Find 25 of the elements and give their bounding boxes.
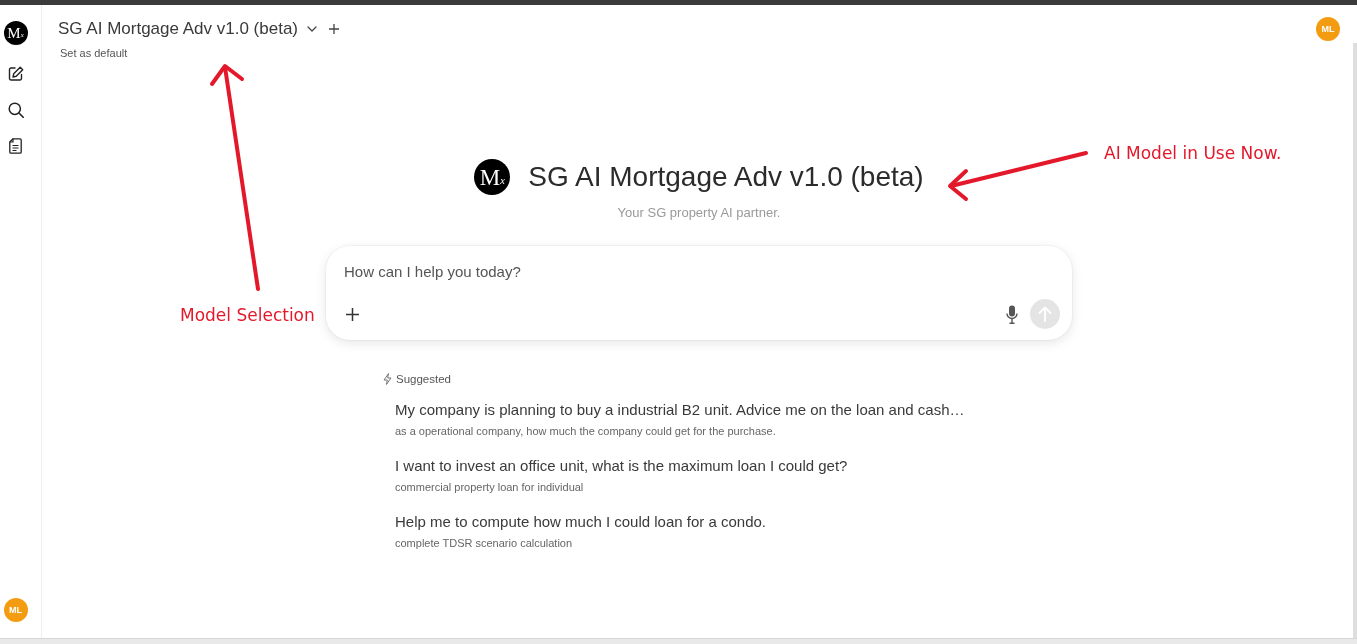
model-selector[interactable]: SG AI Mortgage Adv v1.0 (beta) [58, 18, 318, 40]
model-tagline: Your SG property AI partner. [617, 204, 781, 222]
plus-icon [345, 307, 359, 321]
model-title: SG AI Mortgage Adv v1.0 (beta) [528, 160, 924, 194]
suggested-heading: Suggested [396, 372, 451, 387]
annotation-label: Model Selection [180, 304, 315, 326]
prompt-description: commercial property loan for individual [395, 480, 584, 494]
prompt-description: complete TDSR scenario calculation [395, 536, 573, 550]
suggested-prompt[interactable]: My company is planning to buy a industrial B2 unit. Advice me on the loan and cash… [395, 400, 965, 420]
microphone-icon [1006, 304, 1018, 324]
chevron-down-icon [307, 26, 318, 32]
lightning-icon [383, 373, 392, 385]
suggested-prompt[interactable]: I want to invest an office unit, what is the maximum loan I could get? [395, 456, 848, 476]
suggested-prompt[interactable]: Help me to compute how much I could loan for a condo. [395, 512, 767, 532]
pencil-square-icon [7, 66, 24, 82]
prompt-description: as a operational company, how much the company could get for the purchase. [395, 424, 776, 438]
message-input[interactable]: How can I help you today? [344, 263, 1060, 281]
search-icon [7, 102, 24, 118]
add-model-button[interactable] [327, 22, 342, 36]
document-icon [9, 138, 22, 154]
annotation-label: AI Model in Use Now. [1104, 142, 1282, 164]
plus-icon [329, 24, 340, 34]
attach-button[interactable] [344, 306, 360, 322]
set-default-link[interactable]: Set as default [60, 46, 128, 60]
arrow-up-icon [1038, 306, 1052, 322]
